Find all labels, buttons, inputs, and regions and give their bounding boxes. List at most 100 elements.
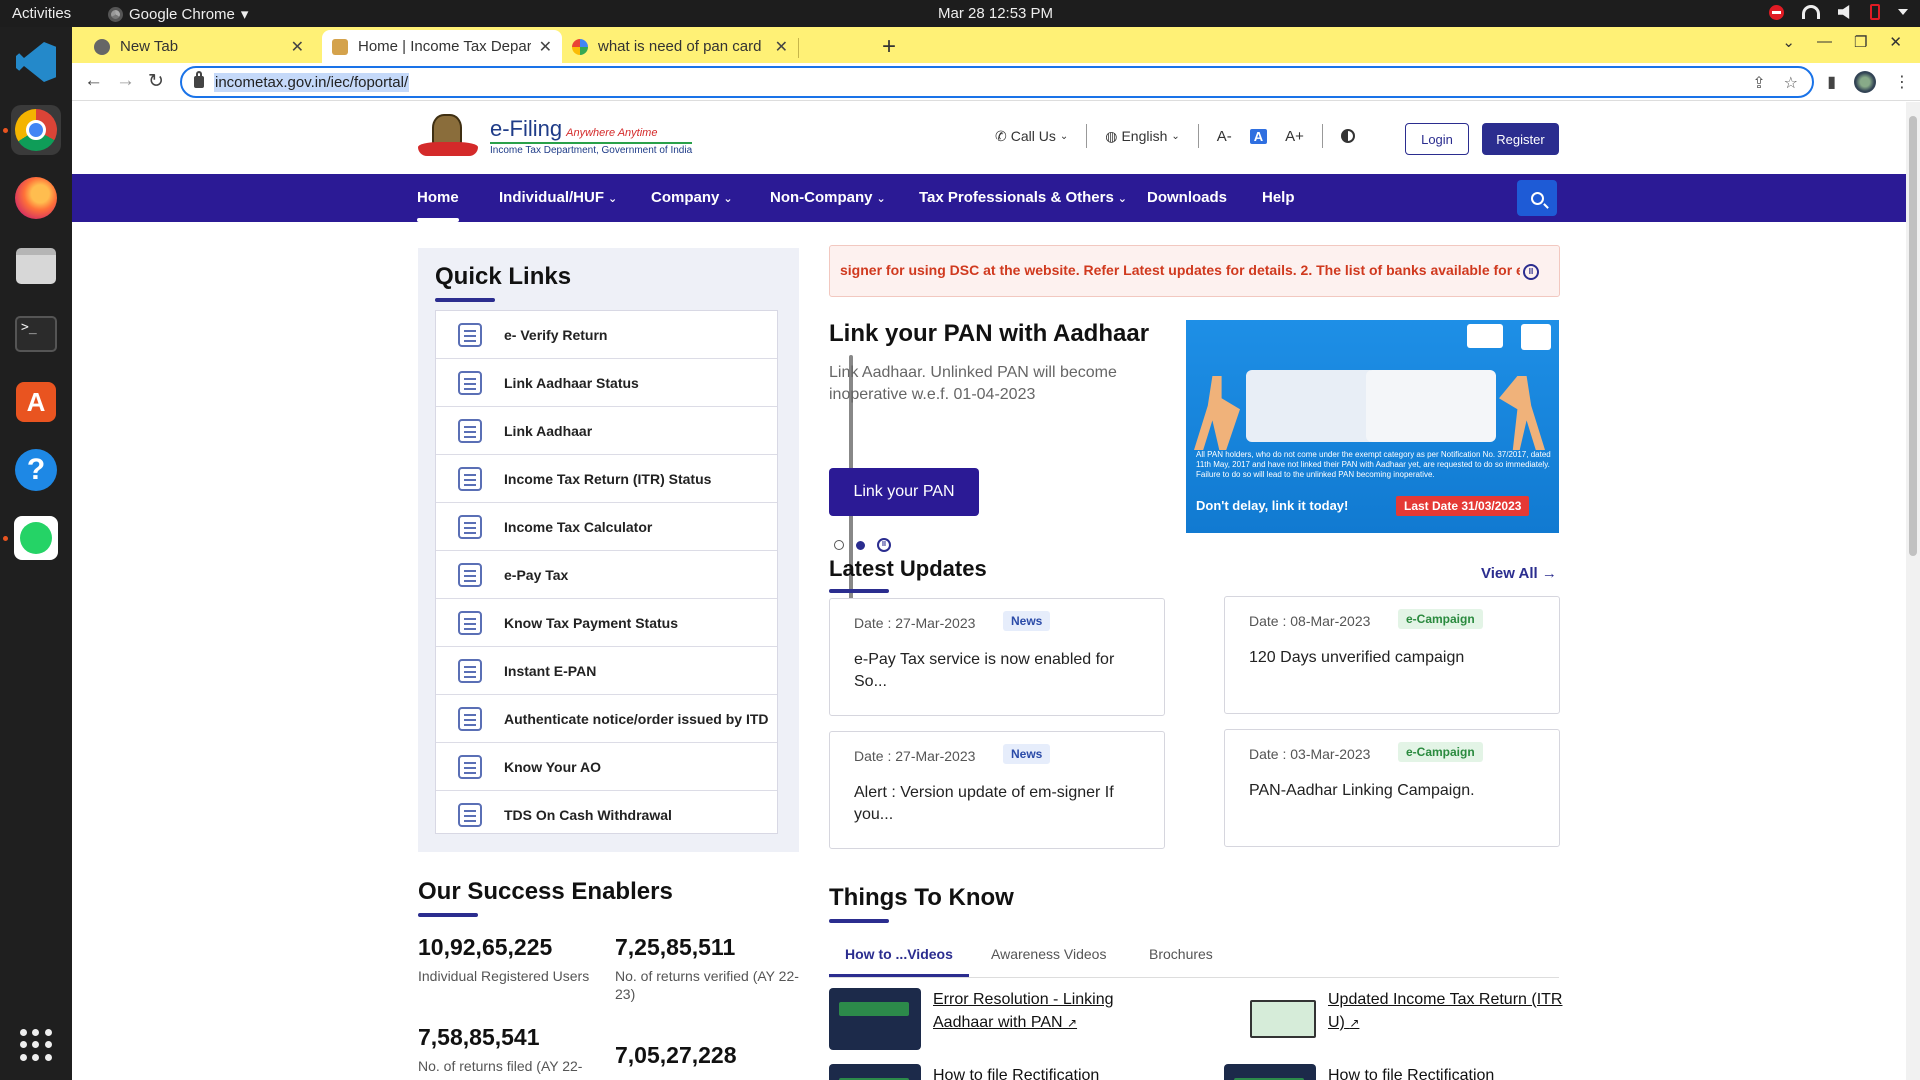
nav-home[interactable]: Home bbox=[417, 189, 459, 222]
success-enablers-title: Our Success Enablers bbox=[418, 878, 673, 917]
register-button[interactable]: Register bbox=[1482, 123, 1559, 155]
carousel-dot-active[interactable] bbox=[856, 540, 865, 550]
dock-help[interactable]: ? bbox=[11, 445, 61, 495]
update-badge: e-Campaign bbox=[1398, 609, 1483, 629]
video-item[interactable]: Error Resolution - Linking Aadhaar with … bbox=[829, 988, 1173, 1050]
quick-link-item[interactable]: Link Aadhaar Status bbox=[436, 359, 777, 407]
close-icon[interactable]: ✕ bbox=[775, 37, 788, 57]
dock-terminal[interactable]: >_ bbox=[11, 309, 61, 359]
new-tab-button[interactable]: + bbox=[882, 33, 896, 61]
page-scrollbar[interactable] bbox=[1906, 102, 1920, 1080]
tab-how-to-videos[interactable]: How to ...Videos bbox=[829, 946, 969, 977]
update-card[interactable]: Date : 27-Mar-2023 News e-Pay Tax servic… bbox=[829, 598, 1165, 716]
stat-value: 7,25,85,511 bbox=[615, 934, 736, 960]
carousel-dot[interactable] bbox=[834, 540, 844, 550]
minimize-icon[interactable]: — bbox=[1817, 33, 1832, 51]
nav-tax-professionals[interactable]: Tax Professionals & Others ⌄ bbox=[919, 189, 1127, 206]
tab-brochures[interactable]: Brochures bbox=[1149, 946, 1213, 962]
login-button[interactable]: Login bbox=[1405, 123, 1469, 155]
video-thumbnail[interactable] bbox=[1224, 988, 1316, 1050]
video-thumbnail[interactable] bbox=[1224, 1064, 1316, 1080]
show-apps-icon[interactable] bbox=[20, 1029, 52, 1061]
maximize-icon[interactable]: ❐ bbox=[1854, 33, 1867, 51]
share-icon[interactable]: ⇪ bbox=[1752, 73, 1765, 93]
update-card[interactable]: Date : 27-Mar-2023 News Alert : Version … bbox=[829, 731, 1165, 849]
side-panel-icon[interactable]: ▮ bbox=[1827, 72, 1836, 92]
tab-income-tax[interactable]: Home | Income Tax Department ✕ bbox=[322, 30, 562, 63]
nav-downloads[interactable]: Downloads bbox=[1147, 189, 1227, 206]
pan-aadhaar-banner[interactable]: All PAN holders, who do not come under t… bbox=[1186, 320, 1559, 533]
bookmark-star-icon[interactable]: ☆ bbox=[1784, 73, 1798, 93]
video-title-link[interactable]: Updated Income Tax Return (ITR U) ↗ bbox=[1328, 988, 1568, 1050]
video-item[interactable]: How to file Rectification bbox=[829, 1064, 1173, 1080]
contrast-icon[interactable] bbox=[1340, 129, 1355, 143]
dock-whatsapp[interactable] bbox=[11, 513, 61, 563]
efiling-logo[interactable]: e-Filing Anywhere Anytime Income Tax Depa… bbox=[418, 112, 693, 160]
font-decrease-button[interactable]: A- bbox=[1217, 128, 1232, 145]
close-icon[interactable]: ✕ bbox=[1889, 33, 1902, 51]
url-text[interactable]: incometax.gov.in/iec/foportal/ bbox=[214, 72, 410, 92]
tab-google-search[interactable]: what is need of pan card ✕ bbox=[562, 30, 798, 63]
forward-icon[interactable]: → bbox=[116, 70, 135, 92]
globe-icon: ◍ bbox=[1105, 127, 1118, 144]
font-default-button[interactable]: A bbox=[1249, 128, 1268, 144]
quick-link-label: Income Tax Return (ITR) Status bbox=[504, 470, 712, 487]
video-item[interactable]: Updated Income Tax Return (ITR U) ↗ bbox=[1224, 988, 1568, 1050]
profile-avatar[interactable] bbox=[1854, 71, 1876, 93]
link-pan-button[interactable]: Link your PAN bbox=[829, 468, 979, 516]
dock-software[interactable]: A bbox=[11, 377, 61, 427]
nav-non-company[interactable]: Non-Company ⌄ bbox=[770, 189, 886, 206]
nav-help[interactable]: Help bbox=[1262, 189, 1295, 206]
font-increase-button[interactable]: A+ bbox=[1285, 128, 1304, 145]
close-icon[interactable]: ✕ bbox=[539, 37, 552, 57]
nav-individual-huf[interactable]: Individual/HUF ⌄ bbox=[499, 189, 617, 206]
system-tray[interactable] bbox=[1769, 4, 1908, 20]
quick-link-item[interactable]: Know Tax Payment Status bbox=[436, 599, 777, 647]
quick-link-item[interactable]: Authenticate notice/order issued by ITD bbox=[436, 695, 777, 743]
update-card[interactable]: Date : 08-Mar-2023 e-Campaign 120 Days u… bbox=[1224, 596, 1560, 714]
video-thumbnail[interactable] bbox=[829, 1064, 921, 1080]
quick-link-item[interactable]: e-Pay Tax bbox=[436, 551, 777, 599]
address-bar[interactable]: incometax.gov.in/iec/foportal/ ⇪ ☆ bbox=[180, 66, 1814, 98]
quick-link-item[interactable]: Instant E-PAN bbox=[436, 647, 777, 695]
quick-link-item[interactable]: Income Tax Calculator bbox=[436, 503, 777, 551]
quick-link-item[interactable]: Income Tax Return (ITR) Status bbox=[436, 455, 777, 503]
dock-firefox[interactable] bbox=[11, 173, 61, 223]
menu-kebab-icon[interactable]: ⋮ bbox=[1894, 72, 1910, 92]
app-menu[interactable]: Google Chrome ▾ bbox=[108, 5, 248, 23]
pause-icon[interactable]: II bbox=[1523, 264, 1539, 280]
activities-button[interactable]: Activities bbox=[12, 5, 71, 22]
quick-link-item[interactable]: e- Verify Return bbox=[436, 311, 777, 359]
dock-chrome[interactable] bbox=[11, 105, 61, 155]
site-search-button[interactable] bbox=[1517, 180, 1557, 216]
quick-link-label: Authenticate notice/order issued by ITD bbox=[504, 710, 769, 727]
nav-company[interactable]: Company ⌄ bbox=[651, 189, 733, 206]
close-icon[interactable]: ✕ bbox=[291, 37, 304, 57]
update-card[interactable]: Date : 03-Mar-2023 e-Campaign PAN-Aadhar… bbox=[1224, 729, 1560, 847]
back-icon[interactable]: ← bbox=[84, 70, 103, 92]
quick-link-item[interactable]: TDS On Cash Withdrawal bbox=[436, 791, 777, 833]
quick-link-item[interactable]: Know Your AO bbox=[436, 743, 777, 791]
video-title-link[interactable]: How to file Rectification bbox=[933, 1064, 1173, 1080]
reload-icon[interactable]: ↻ bbox=[148, 70, 164, 93]
dock-files[interactable] bbox=[11, 241, 61, 291]
scrollbar-thumb[interactable] bbox=[1909, 116, 1917, 556]
video-title-link[interactable]: How to file Rectification bbox=[1328, 1064, 1568, 1080]
tab-search-icon[interactable]: ⌄ bbox=[1782, 33, 1795, 51]
tab-new-tab[interactable]: New Tab ✕ bbox=[84, 30, 314, 63]
video-item[interactable]: How to file Rectification bbox=[1224, 1064, 1568, 1080]
video-title-link[interactable]: Error Resolution - Linking Aadhaar with … bbox=[933, 988, 1173, 1050]
quick-link-item[interactable]: Link Aadhaar bbox=[436, 407, 777, 455]
main-navigation: Home Individual/HUF ⌄ Company ⌄ Non-Compan… bbox=[72, 174, 1906, 222]
pause-icon[interactable]: II bbox=[877, 538, 891, 552]
dock-vscode[interactable] bbox=[11, 37, 61, 87]
whatsapp-icon bbox=[14, 516, 58, 560]
tab-awareness-videos[interactable]: Awareness Videos bbox=[991, 946, 1106, 962]
call-us-dropdown[interactable]: ✆ Call Us ⌄ bbox=[995, 128, 1068, 145]
language-dropdown[interactable]: ◍ English ⌄ bbox=[1105, 128, 1180, 145]
clock[interactable]: Mar 28 12:53 PM bbox=[938, 5, 1053, 22]
video-thumbnail[interactable] bbox=[829, 988, 921, 1050]
view-all-link[interactable]: View All → bbox=[1481, 565, 1557, 582]
stat-returns-verified: 7,25,85,511 No. of returns verified (AY … bbox=[615, 934, 805, 1003]
update-badge: News bbox=[1003, 611, 1051, 631]
